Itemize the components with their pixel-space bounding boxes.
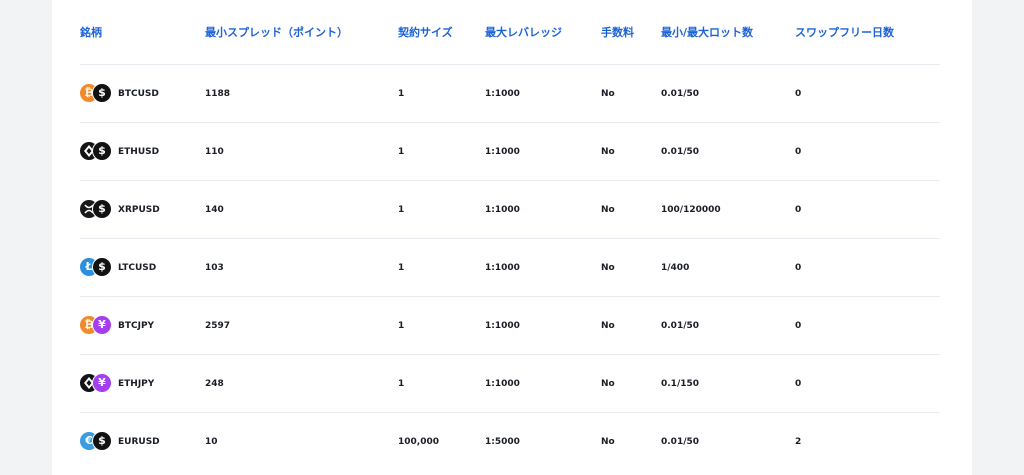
column-header-commission[interactable]: 手数料	[601, 0, 661, 65]
currency-pair-icon: € $	[80, 430, 112, 452]
lot-range-value: 0.01/50	[661, 296, 795, 355]
contract-size-value: 100,000	[398, 412, 485, 470]
dollar-icon: $	[92, 198, 112, 219]
max-leverage-value: 1:1000	[485, 64, 601, 123]
dollar-icon: $	[92, 82, 112, 103]
column-header-swap-free-days[interactable]: スワップフリー日数	[795, 0, 940, 65]
symbol-name[interactable]: ETHJPY	[118, 379, 154, 389]
contract-size-value: 1	[398, 238, 485, 297]
swap-free-days-value: 0	[795, 64, 940, 123]
column-header-max-leverage[interactable]: 最大レバレッジ	[485, 0, 601, 65]
symbol-cell: $ ETHUSD	[80, 140, 205, 162]
currency-pair-icon: $	[80, 198, 112, 220]
swap-free-days-value: 0	[795, 296, 940, 355]
table-row[interactable]: Ł $ LTCUSD 103 1 1:1000 No 1/400 0	[80, 238, 940, 297]
symbol-name[interactable]: EURUSD	[118, 437, 160, 447]
yen-icon: ¥	[92, 314, 112, 335]
symbol-cell: ₿ $ BTCUSD	[80, 82, 205, 104]
symbol-cell: Ł $ LTCUSD	[80, 256, 205, 278]
min-spread-value: 10	[205, 412, 398, 470]
instrument-table: 銘柄 最小スプレッド（ポイント） 契約サイズ 最大レバレッジ 手数料 最小/最大…	[80, 0, 940, 470]
max-leverage-value: 1:1000	[485, 296, 601, 355]
max-leverage-value: 1:1000	[485, 238, 601, 297]
table-row[interactable]: $ ETHUSD 110 1 1:1000 No 0.01/50 0	[80, 122, 940, 181]
dollar-icon: $	[92, 140, 112, 161]
contract-size-value: 1	[398, 122, 485, 181]
lot-range-value: 0.01/50	[661, 64, 795, 123]
lot-range-value: 0.01/50	[661, 122, 795, 181]
lot-range-value: 0.1/150	[661, 354, 795, 413]
swap-free-days-value: 0	[795, 180, 940, 239]
min-spread-value: 140	[205, 180, 398, 239]
contract-size-value: 1	[398, 354, 485, 413]
table-header-row: 銘柄 最小スプレッド（ポイント） 契約サイズ 最大レバレッジ 手数料 最小/最大…	[80, 0, 940, 65]
min-spread-value: 1188	[205, 64, 398, 123]
min-spread-value: 2597	[205, 296, 398, 355]
symbol-name[interactable]: BTCJPY	[118, 321, 154, 331]
commission-value: No	[601, 64, 661, 123]
max-leverage-value: 1:5000	[485, 412, 601, 470]
currency-pair-icon: $	[80, 140, 112, 162]
symbol-cell: ¥ ETHJPY	[80, 372, 205, 394]
contract-size-value: 1	[398, 64, 485, 123]
min-spread-value: 248	[205, 354, 398, 413]
swap-free-days-value: 2	[795, 412, 940, 470]
symbol-name[interactable]: LTCUSD	[118, 263, 156, 273]
dollar-icon: $	[92, 256, 112, 277]
min-spread-value: 110	[205, 122, 398, 181]
max-leverage-value: 1:1000	[485, 354, 601, 413]
contract-size-value: 1	[398, 296, 485, 355]
symbol-cell: € $ EURUSD	[80, 430, 205, 452]
commission-value: No	[601, 180, 661, 239]
swap-free-days-value: 0	[795, 122, 940, 181]
instrument-table-panel: 銘柄 最小スプレッド（ポイント） 契約サイズ 最大レバレッジ 手数料 最小/最大…	[52, 0, 972, 475]
symbol-cell: ₿ ¥ BTCJPY	[80, 314, 205, 336]
lot-range-value: 100/120000	[661, 180, 795, 239]
lot-range-value: 0.01/50	[661, 412, 795, 470]
table-row[interactable]: $ XRPUSD 140 1 1:1000 No 100/120000 0	[80, 180, 940, 239]
max-leverage-value: 1:1000	[485, 180, 601, 239]
lot-range-value: 1/400	[661, 238, 795, 297]
currency-pair-icon: ¥	[80, 372, 112, 394]
symbol-name[interactable]: ETHUSD	[118, 147, 159, 157]
column-header-min-spread[interactable]: 最小スプレッド（ポイント）	[205, 0, 398, 65]
currency-pair-icon: ₿ ¥	[80, 314, 112, 336]
currency-pair-icon: Ł $	[80, 256, 112, 278]
table-row[interactable]: ₿ ¥ BTCJPY 2597 1 1:1000 No 0.01/50 0	[80, 296, 940, 355]
max-leverage-value: 1:1000	[485, 122, 601, 181]
symbol-cell: $ XRPUSD	[80, 198, 205, 220]
commission-value: No	[601, 238, 661, 297]
swap-free-days-value: 0	[795, 238, 940, 297]
contract-size-value: 1	[398, 180, 485, 239]
commission-value: No	[601, 122, 661, 181]
commission-value: No	[601, 296, 661, 355]
yen-icon: ¥	[92, 372, 112, 393]
symbol-name[interactable]: XRPUSD	[118, 205, 160, 215]
column-header-symbol[interactable]: 銘柄	[80, 0, 205, 65]
swap-free-days-value: 0	[795, 354, 940, 413]
column-header-contract-size[interactable]: 契約サイズ	[398, 0, 485, 65]
table-row[interactable]: ¥ ETHJPY 248 1 1:1000 No 0.1/150 0	[80, 354, 940, 413]
commission-value: No	[601, 354, 661, 413]
table-row[interactable]: € $ EURUSD 10 100,000 1:5000 No 0.01/50 …	[80, 412, 940, 470]
currency-pair-icon: ₿ $	[80, 82, 112, 104]
column-header-lot-range[interactable]: 最小/最大ロット数	[661, 0, 795, 65]
table-row[interactable]: ₿ $ BTCUSD 1188 1 1:1000 No 0.01/50 0	[80, 64, 940, 123]
dollar-icon: $	[92, 430, 112, 451]
symbol-name[interactable]: BTCUSD	[118, 89, 159, 99]
commission-value: No	[601, 412, 661, 470]
min-spread-value: 103	[205, 238, 398, 297]
